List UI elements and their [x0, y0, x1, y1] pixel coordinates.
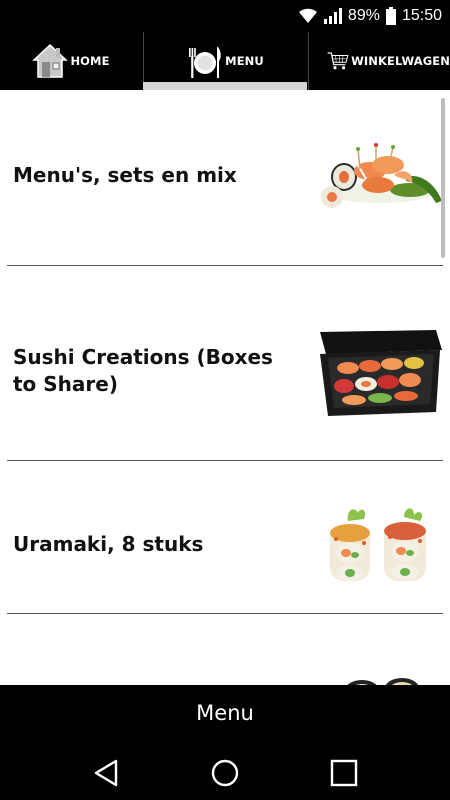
clock: 15:50: [401, 7, 442, 24]
list-item-title: Sushi Creations (Boxes to Share): [13, 345, 273, 396]
tab-winkelwagen[interactable]: WINKELWAGEN: [308, 32, 450, 90]
list-item[interactable]: Sushi Creations (Boxes to Share): [0, 266, 450, 460]
status-bar: 89% 15:50: [0, 0, 450, 32]
sushi-partial-photo: [318, 676, 442, 685]
shopping-cart-icon: [327, 52, 349, 70]
tab-home[interactable]: HOME: [0, 32, 142, 90]
battery-icon: [385, 7, 396, 25]
battery-percent: 89%: [347, 7, 380, 24]
back-icon[interactable]: [92, 758, 120, 788]
bottom-bar-label: Menu: [196, 701, 254, 725]
sushi-mix-photo: [318, 115, 442, 215]
plate-cutlery-icon: [189, 47, 221, 78]
signal-icon: [323, 8, 342, 24]
sushi-box-photo: [318, 328, 442, 418]
tab-menu-label: MENU: [225, 54, 264, 68]
list-item-title: Uramaki, 8 stuks: [13, 532, 204, 556]
tab-winkelwagen-label: WINKELWAGEN: [351, 54, 450, 68]
wifi-icon: [298, 8, 317, 23]
uramaki-photo: [318, 503, 442, 593]
menu-category-list[interactable]: Menu's, sets en mix Sushi Creations (Box…: [0, 90, 450, 685]
status-icons: 89% 15:50: [298, 0, 442, 32]
list-item[interactable]: Uramaki, 8 stuks: [0, 461, 450, 613]
recents-square-icon[interactable]: [329, 758, 359, 788]
list-item[interactable]: Menu's, sets en mix: [0, 90, 450, 266]
home-circle-icon[interactable]: [210, 758, 240, 788]
list-item-title: Menu's, sets en mix: [13, 163, 237, 187]
tab-home-label: HOME: [70, 54, 110, 68]
active-tab-indicator: [143, 82, 307, 90]
house-icon: [32, 43, 69, 78]
list-item[interactable]: [0, 614, 450, 685]
scrollbar[interactable]: [441, 98, 445, 258]
